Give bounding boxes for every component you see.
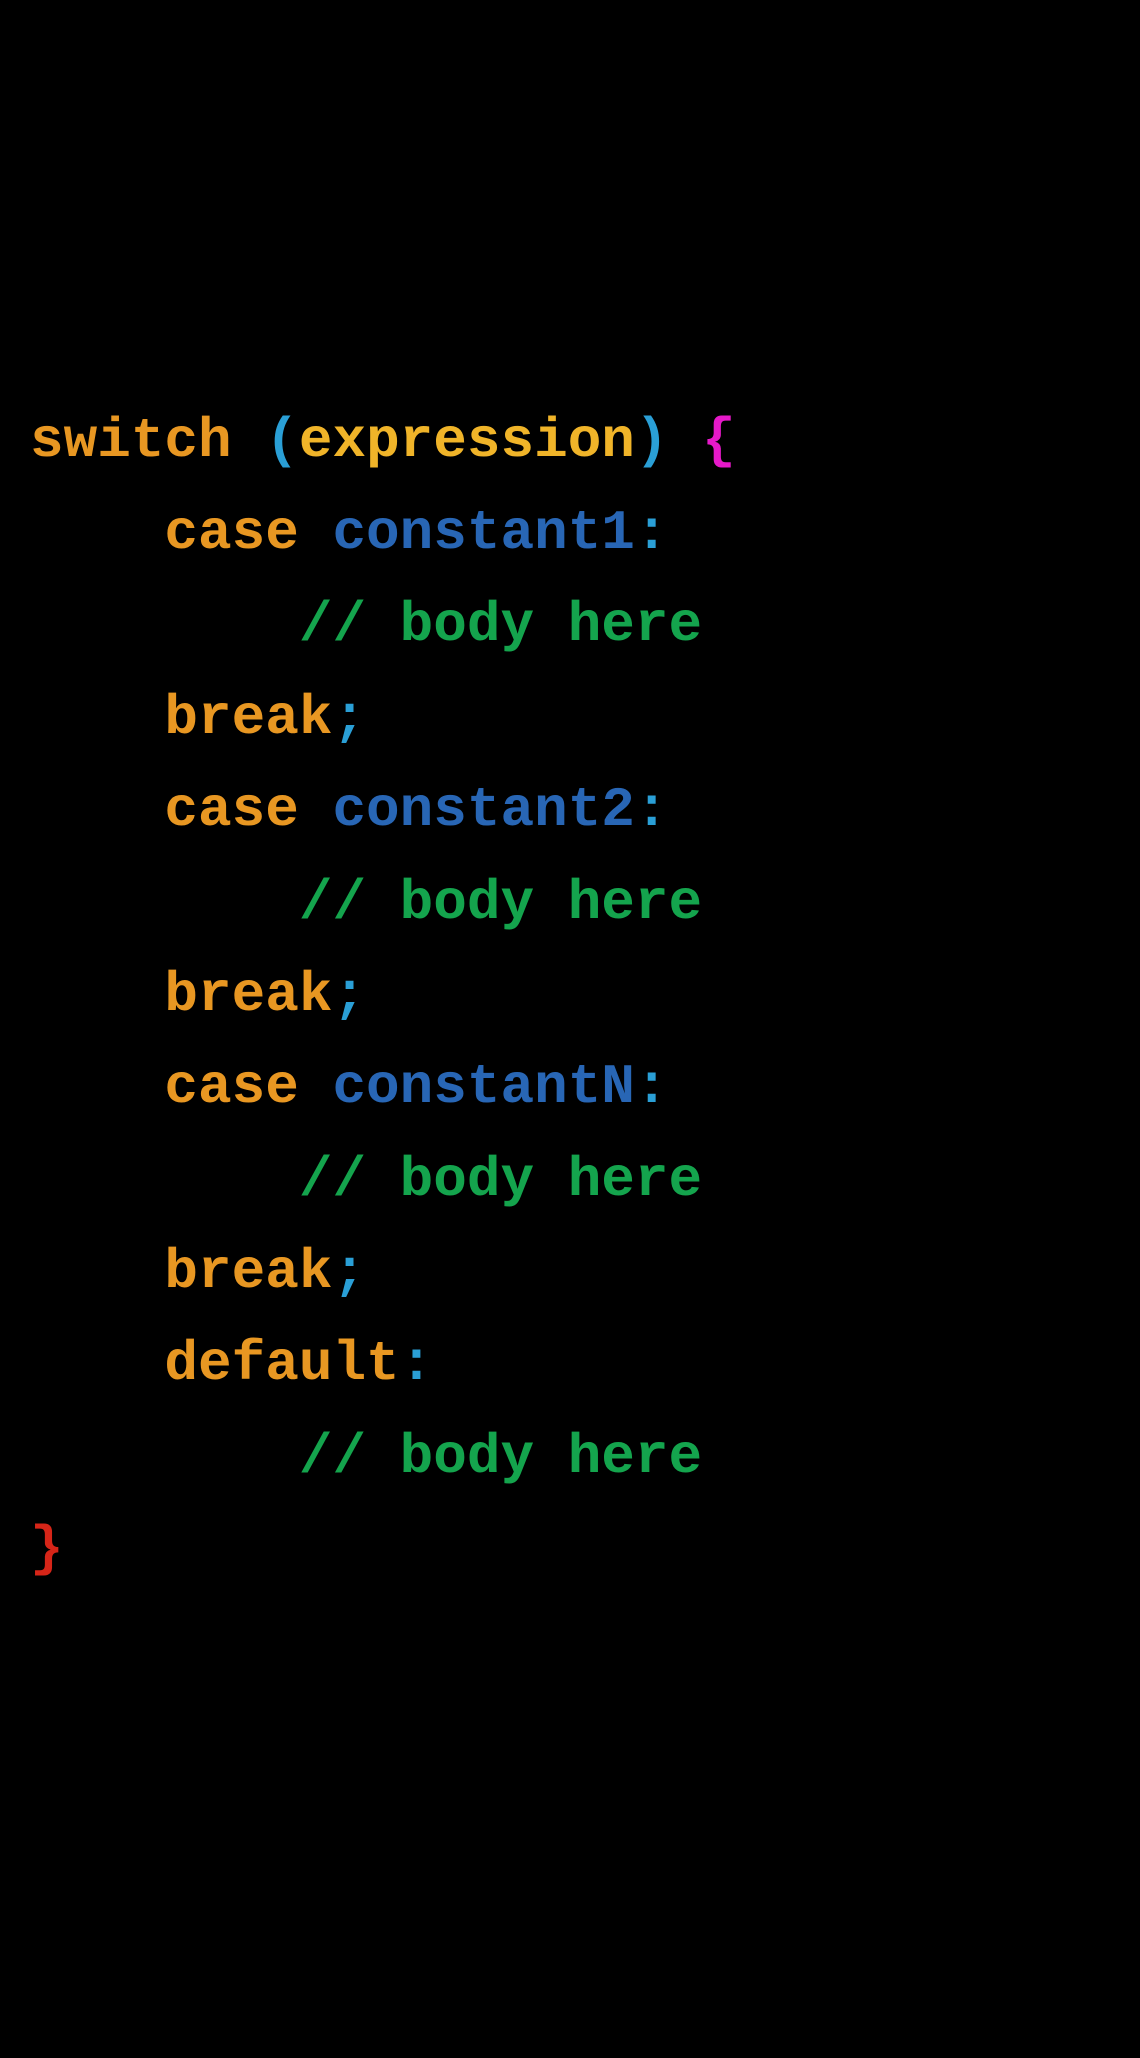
- keyword-break: break: [164, 963, 332, 1027]
- constant-text: constant: [332, 778, 601, 842]
- expression: expression: [299, 409, 635, 473]
- indent: [30, 1425, 299, 1489]
- lparen: (: [265, 409, 299, 473]
- colon: :: [635, 501, 669, 565]
- indent: [30, 593, 299, 657]
- keyword-case: case: [164, 778, 298, 842]
- line-9: // body here: [30, 1148, 702, 1212]
- keyword-break: break: [164, 686, 332, 750]
- space: [299, 501, 333, 565]
- comment: // body here: [299, 1148, 702, 1212]
- keyword-switch: switch: [30, 409, 232, 473]
- indent: [30, 1240, 164, 1304]
- code-block: switch (expression) { case constant1: //…: [30, 395, 1110, 1596]
- indent: [30, 686, 164, 750]
- comment: // body here: [299, 1425, 702, 1489]
- constant-num: 1: [601, 501, 635, 565]
- semicolon: ;: [332, 686, 366, 750]
- colon: :: [635, 1055, 669, 1119]
- line-4: break;: [30, 686, 366, 750]
- line-13: }: [30, 1517, 64, 1581]
- space: [299, 778, 333, 842]
- constant-num: N: [601, 1055, 635, 1119]
- keyword-case: case: [164, 501, 298, 565]
- line-8: case constantN:: [30, 1055, 669, 1119]
- indent: [30, 778, 164, 842]
- space: [299, 1055, 333, 1119]
- colon: :: [400, 1332, 434, 1396]
- colon: :: [635, 778, 669, 842]
- space: [669, 409, 703, 473]
- indent: [30, 1332, 164, 1396]
- line-7: break;: [30, 963, 366, 1027]
- line-1: switch (expression) {: [30, 409, 736, 473]
- keyword-break: break: [164, 1240, 332, 1304]
- semicolon: ;: [332, 963, 366, 1027]
- semicolon: ;: [332, 1240, 366, 1304]
- indent: [30, 963, 164, 1027]
- line-10: break;: [30, 1240, 366, 1304]
- line-11: default:: [30, 1332, 433, 1396]
- keyword-case: case: [164, 1055, 298, 1119]
- line-6: // body here: [30, 871, 702, 935]
- constant-text: constant: [332, 1055, 601, 1119]
- constant-num: 2: [601, 778, 635, 842]
- indent: [30, 1148, 299, 1212]
- line-3: // body here: [30, 593, 702, 657]
- line-2: case constant1:: [30, 501, 669, 565]
- keyword-default: default: [164, 1332, 399, 1396]
- rparen: ): [635, 409, 669, 473]
- rbrace: }: [30, 1517, 64, 1581]
- comment: // body here: [299, 871, 702, 935]
- indent: [30, 501, 164, 565]
- line-5: case constant2:: [30, 778, 669, 842]
- indent: [30, 1055, 164, 1119]
- space: [232, 409, 266, 473]
- indent: [30, 871, 299, 935]
- comment: // body here: [299, 593, 702, 657]
- lbrace: {: [702, 409, 736, 473]
- constant-text: constant: [332, 501, 601, 565]
- line-12: // body here: [30, 1425, 702, 1489]
